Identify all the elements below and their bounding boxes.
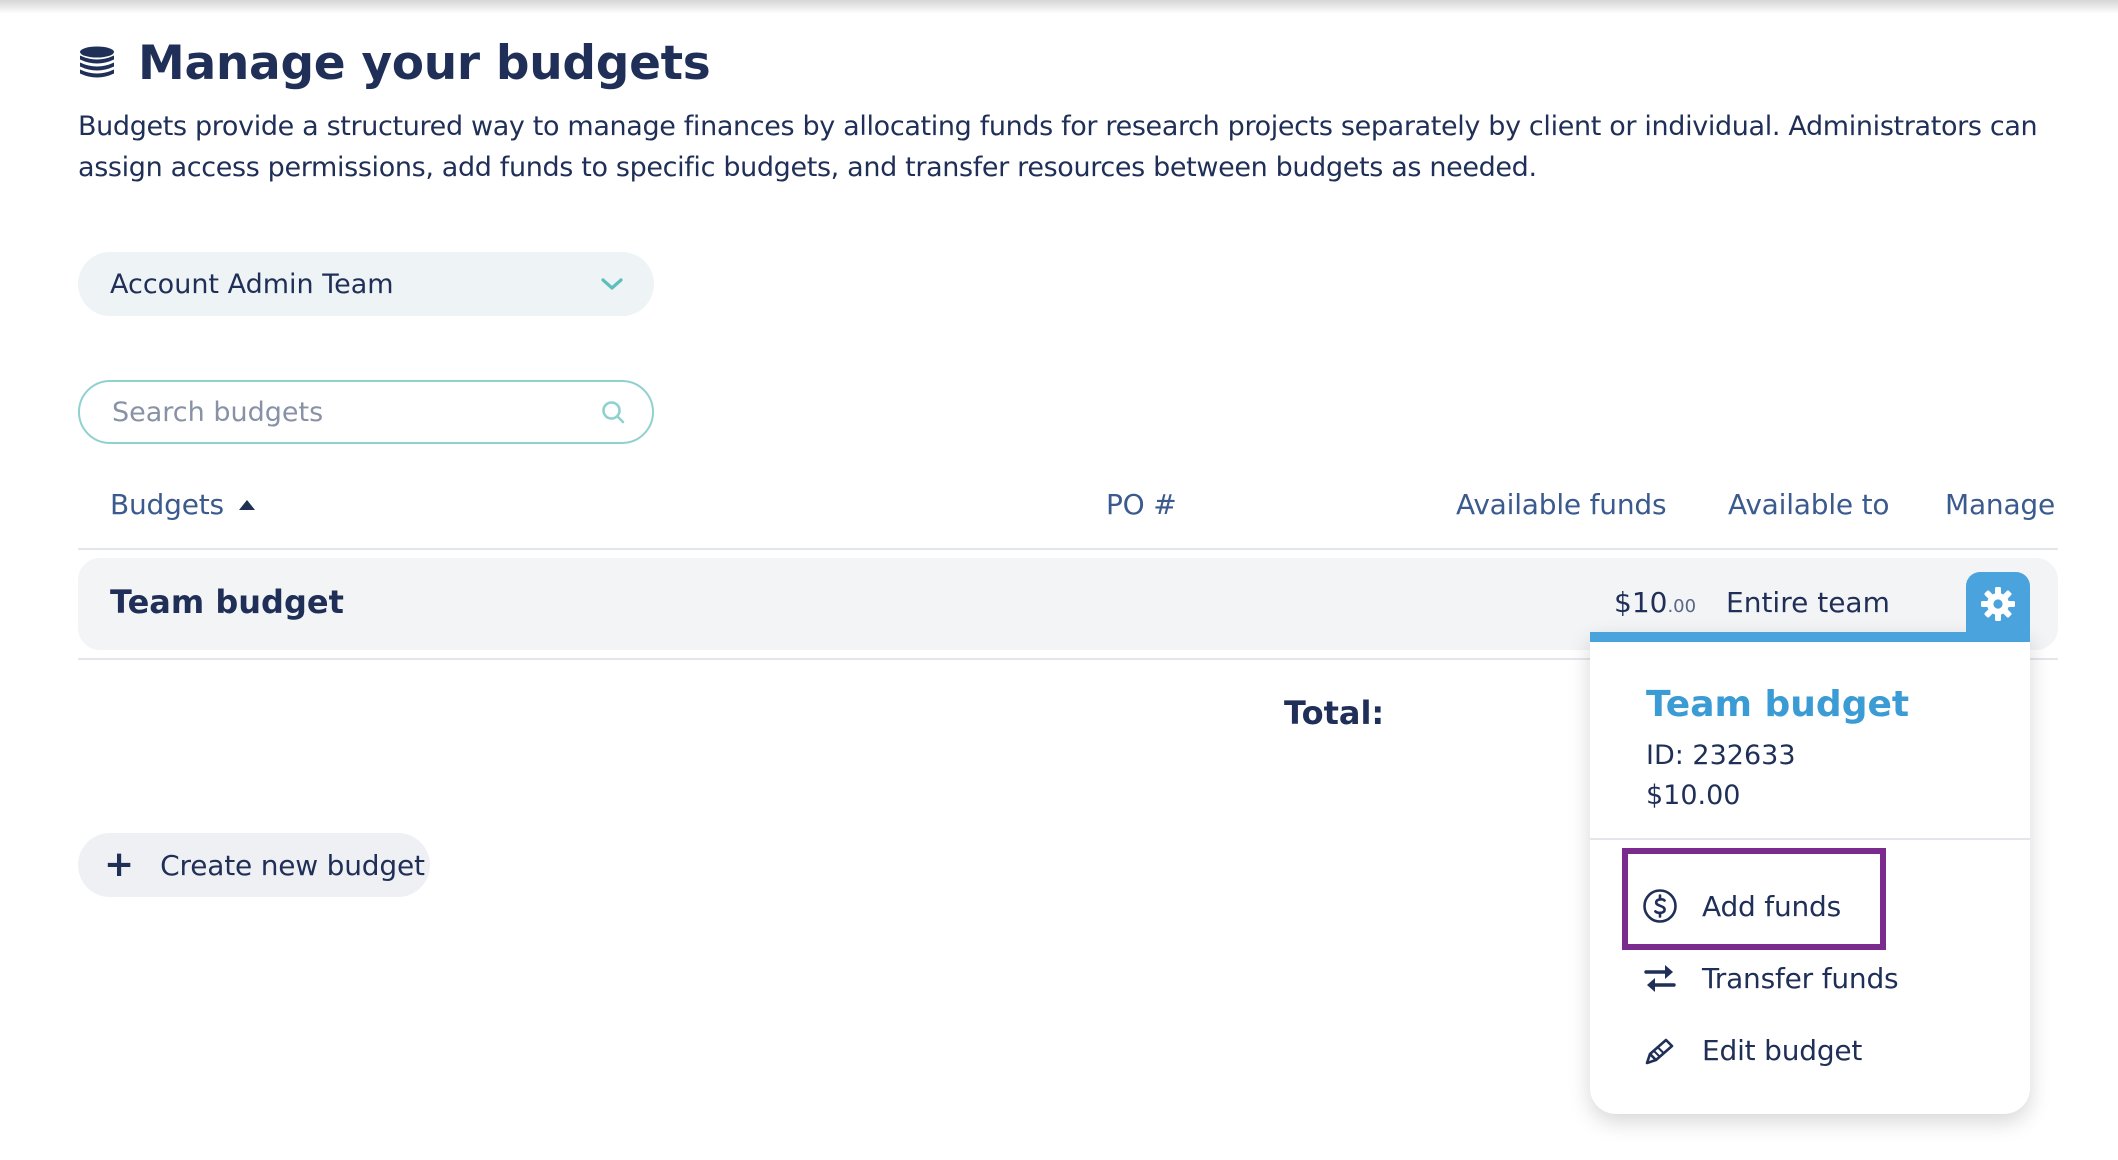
page-description: Budgets provide a structured way to mana… bbox=[78, 111, 2038, 183]
coins-stack-icon bbox=[78, 45, 116, 81]
column-header-available-to: Available to bbox=[1728, 488, 1890, 521]
menu-item-edit-budget-label: Edit budget bbox=[1702, 1033, 1863, 1067]
menu-item-transfer-funds[interactable]: Transfer funds bbox=[1642, 956, 1899, 1000]
column-header-budgets[interactable]: Budgets bbox=[110, 488, 256, 521]
total-label: Total: bbox=[1284, 694, 1385, 732]
popover-budget-title: Team budget bbox=[1646, 684, 1910, 725]
team-select-dropdown[interactable]: Account Admin Team bbox=[78, 252, 654, 316]
chevron-down-icon bbox=[600, 276, 624, 292]
transfer-arrows-icon bbox=[1644, 965, 1676, 992]
top-shadow bbox=[0, 0, 2118, 14]
create-new-budget-button[interactable]: + Create new budget bbox=[78, 833, 430, 897]
plus-icon: + bbox=[104, 844, 135, 885]
pencil-icon bbox=[1645, 1038, 1674, 1065]
menu-item-transfer-funds-label: Transfer funds bbox=[1702, 961, 1899, 995]
funds-dollars: $10 bbox=[1614, 586, 1668, 619]
manage-gear-button[interactable] bbox=[1966, 572, 2030, 636]
budget-name: Team budget bbox=[110, 583, 344, 621]
budget-available-to: Entire team bbox=[1726, 586, 1890, 619]
popover-divider bbox=[1590, 838, 2030, 840]
gear-icon bbox=[1981, 587, 2015, 621]
column-header-budgets-label: Budgets bbox=[110, 488, 224, 521]
search-icon[interactable] bbox=[600, 399, 626, 425]
column-header-available-funds: Available funds bbox=[1456, 488, 1667, 521]
page-header: Manage your budgets bbox=[78, 28, 711, 98]
popover-budget-amount: $10.00 bbox=[1646, 780, 1741, 811]
funds-cents: .00 bbox=[1667, 596, 1697, 617]
budget-available-funds: $10.00 bbox=[1614, 586, 1696, 619]
popover-budget-id: ID: 232633 bbox=[1646, 740, 1796, 771]
column-header-manage: Manage bbox=[1945, 488, 2056, 521]
create-new-budget-label: Create new budget bbox=[160, 848, 425, 882]
column-header-po: PO # bbox=[1106, 488, 1177, 521]
search-box bbox=[78, 380, 654, 444]
add-funds-highlight bbox=[1622, 848, 1886, 950]
team-select-value: Account Admin Team bbox=[110, 268, 394, 300]
page-title: Manage your budgets bbox=[138, 35, 711, 91]
search-input[interactable] bbox=[110, 395, 600, 429]
menu-item-edit-budget[interactable]: Edit budget bbox=[1642, 1028, 1862, 1072]
sort-ascending-icon bbox=[238, 499, 255, 510]
header-divider bbox=[78, 548, 2058, 550]
